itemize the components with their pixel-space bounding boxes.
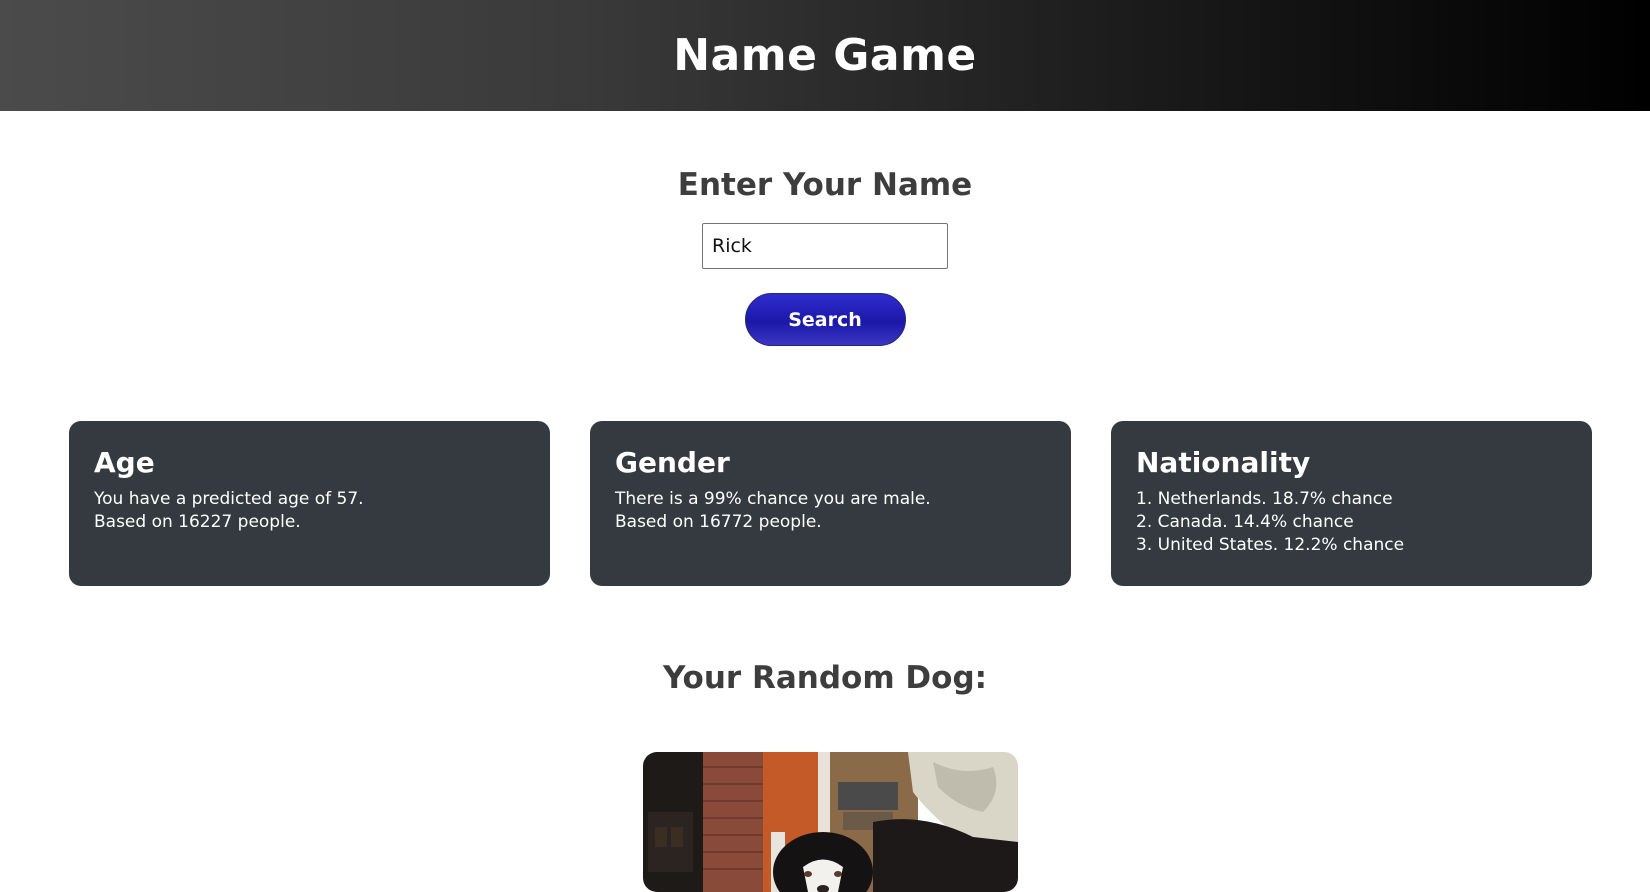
nationality-card: Nationality 1. Netherlands. 18.7% chance… — [1111, 421, 1592, 586]
card-line: 1. Netherlands. 18.7% chance — [1136, 489, 1393, 509]
name-form: Enter Your Name Search — [0, 111, 1650, 346]
card-line: You have a predicted age of 57. — [94, 489, 364, 509]
card-line: 3. United States. 12.2% chance — [1136, 535, 1405, 555]
dog-photo-illustration — [643, 752, 1018, 892]
results-cards: Age You have a predicted age of 57. Base… — [69, 421, 1592, 586]
card-line: There is a 99% chance you are male. — [615, 489, 931, 509]
card-title: Gender — [615, 446, 730, 479]
dog-section-title: Your Random Dog: — [662, 660, 988, 696]
app-header: Name Game — [0, 0, 1650, 111]
age-card: Age You have a predicted age of 57. Base… — [69, 421, 550, 586]
card-line: 2. Canada. 14.4% chance — [1136, 512, 1354, 532]
card-title: Nationality — [1136, 446, 1311, 479]
search-button[interactable]: Search — [744, 293, 906, 346]
dog-photo — [643, 752, 1018, 892]
card-title: Age — [94, 446, 155, 479]
gender-card: Gender There is a 99% chance you are mal… — [590, 421, 1071, 586]
app-title: Name Game — [673, 30, 977, 81]
name-input[interactable] — [702, 223, 948, 269]
card-line: Based on 16227 people. — [94, 512, 301, 532]
form-heading: Enter Your Name — [677, 167, 973, 203]
card-line: Based on 16772 people. — [615, 512, 822, 532]
